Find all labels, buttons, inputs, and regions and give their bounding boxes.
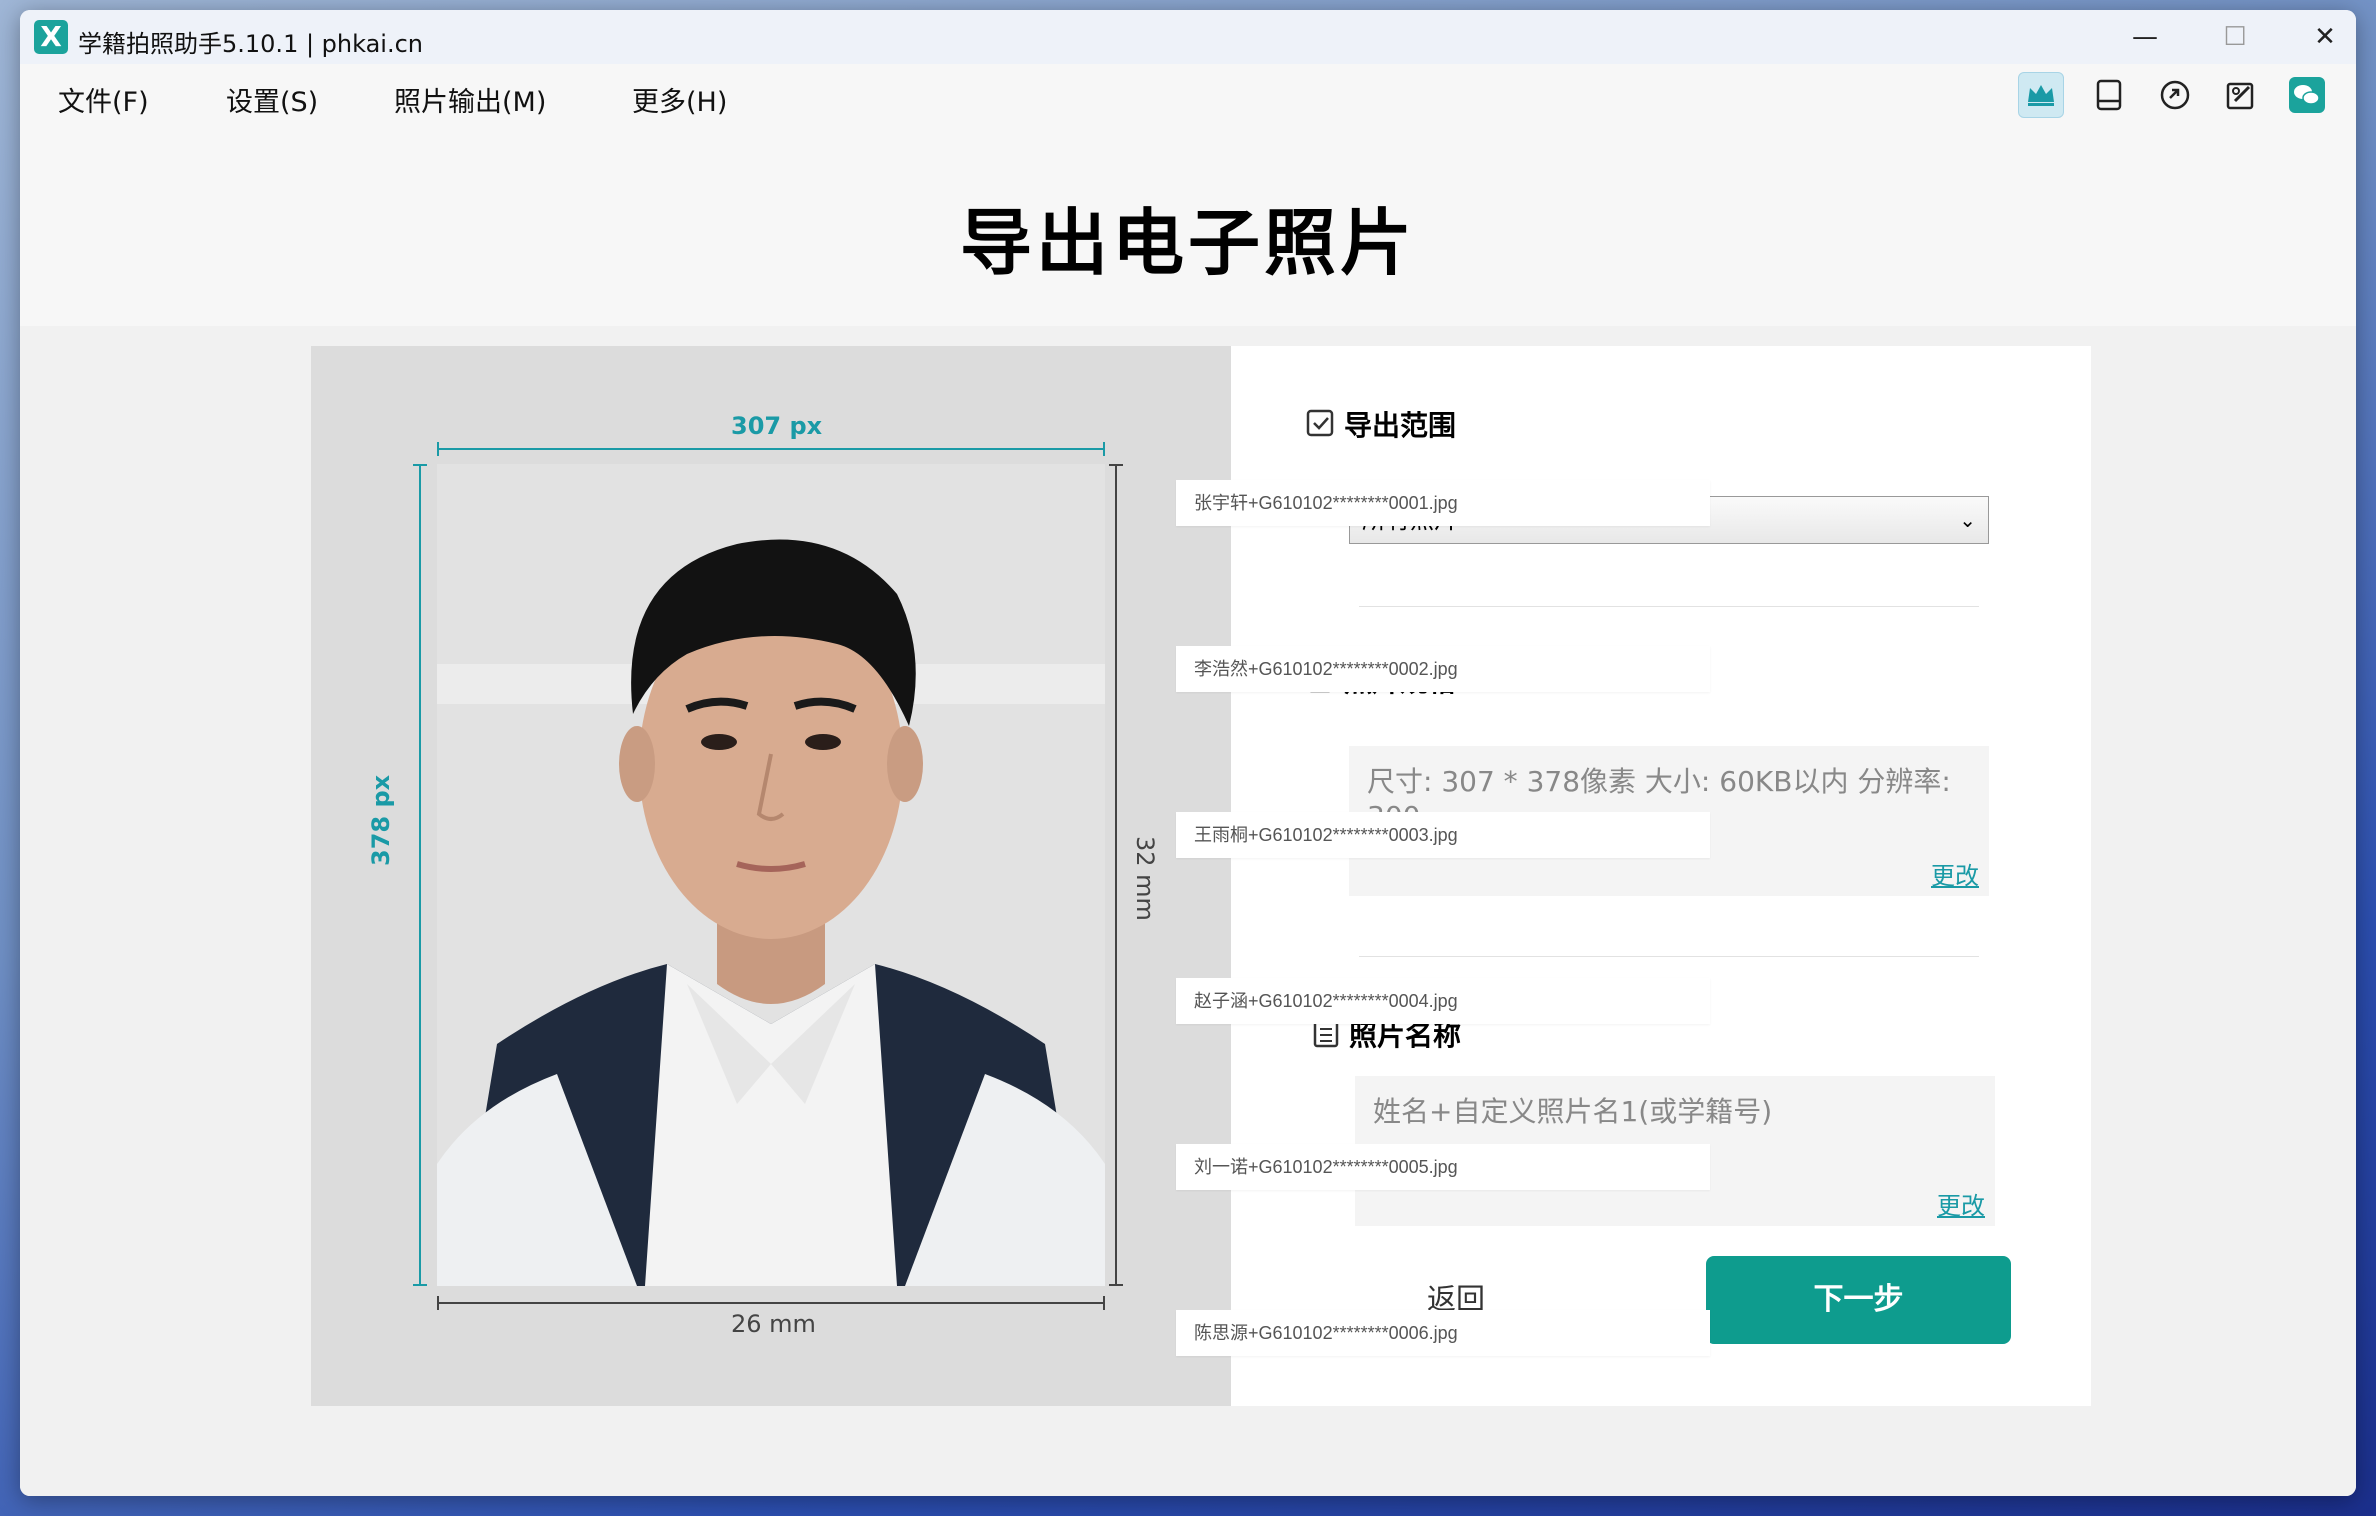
photo-name-text: 姓名+自定义照片名1(或学籍号) [1373, 1095, 1773, 1128]
width-px-dimension-line [437, 442, 1105, 456]
page-title: 导出电子照片 [959, 201, 1416, 285]
height-px-label: 378 px [367, 774, 395, 866]
file-tag: 赵子涵+G610102********0004.jpg [1176, 978, 1710, 1024]
height-mm-dimension-line-right [1109, 464, 1123, 1286]
file-tag: 陈思源+G610102********0006.jpg [1176, 1310, 1710, 1356]
file-tag: 刘一诺+G610102********0005.jpg [1176, 1144, 1710, 1190]
width-px-label: 307 px [731, 412, 823, 440]
wechat-icon[interactable] [2284, 72, 2330, 118]
width-mm-dimension-line [437, 1296, 1105, 1310]
menu-more[interactable]: 更多(H) [632, 80, 727, 119]
edit-icon[interactable] [2218, 72, 2264, 118]
width-mm-label: 26 mm [731, 1310, 816, 1338]
page-header: 导出电子照片 [20, 126, 2356, 326]
photo-spec-change-link[interactable]: 更改 [1931, 856, 1979, 891]
height-px-dimension-line [413, 464, 427, 1286]
file-tag: 张宇轩+G610102********0001.jpg [1176, 480, 1710, 526]
maximize-button[interactable]: ☐ [2190, 10, 2280, 64]
photo-preview-panel: 307 px 378 px 32 mm 26 mm [311, 346, 1231, 1406]
photo-name-change-link[interactable]: 更改 [1937, 1186, 1985, 1221]
title-bar[interactable]: X 学籍拍照助手5.10.1 | phkai.cn — ☐ ✕ [20, 10, 2356, 64]
menu-settings[interactable]: 设置(S) [226, 80, 318, 119]
file-tag: 李浩然+G610102********0002.jpg [1176, 646, 1710, 692]
menu-file[interactable]: 文件(F) [58, 80, 149, 119]
menu-photo-output[interactable]: 照片输出(M) [394, 80, 546, 119]
height-mm-dimension-line [835, 464, 849, 1286]
close-button[interactable]: ✕ [2280, 10, 2356, 64]
file-tag: 王雨桐+G610102********0003.jpg [1176, 812, 1710, 858]
export-range-label: 导出范围 [1344, 409, 1457, 442]
height-mm-label: 32 mm [1131, 836, 1159, 921]
export-range-title: 导出范围 [1306, 404, 1456, 444]
student-photo [437, 464, 1105, 1286]
menu-bar: 文件(F) 设置(S) 照片输出(M) 更多(H) [20, 64, 2356, 126]
divider [1359, 606, 1979, 607]
crown-icon[interactable] [2018, 72, 2064, 118]
chevron-down-icon: ⌄ [1959, 508, 1976, 532]
divider [1359, 956, 1979, 957]
next-step-button[interactable]: 下一步 [1706, 1256, 2011, 1344]
window-title: 学籍拍照助手5.10.1 | phkai.cn [78, 30, 424, 58]
app-logo-icon: X [34, 20, 68, 54]
tablet-icon[interactable] [2086, 72, 2132, 118]
checkbox-icon [1306, 409, 1334, 437]
link-icon[interactable] [2152, 72, 2198, 118]
minimize-button[interactable]: — [2100, 10, 2190, 64]
